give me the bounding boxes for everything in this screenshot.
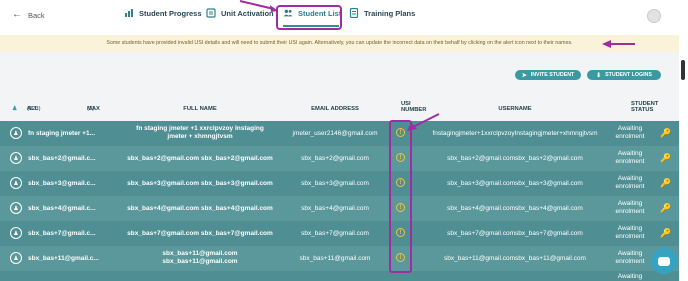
student-logins-button[interactable]: ⬇ STUDENT LOGINS [587, 70, 661, 80]
header-usi[interactable]: USI NUMBER [386, 101, 426, 113]
user-icon: ♟ [10, 152, 22, 164]
status-cell: Awaiting enrolment [615, 175, 645, 190]
tab-training-plans[interactable]: Training Plans [349, 8, 415, 18]
key-icon[interactable]: 🔑 [660, 153, 671, 164]
user-icon: ♟ [10, 127, 22, 139]
alert-text: Some students have provided invalid USI … [106, 40, 573, 46]
users-icon: ♟ [12, 106, 18, 112]
email-cell: jmeter_user2146@gmail.com [292, 130, 378, 137]
status-cell: Awaiting enrolment [615, 225, 645, 240]
email-cell: sbx_bas+4@gmail.com [301, 205, 369, 212]
back-button[interactable]: ← Back [12, 10, 45, 20]
username-cell: sbx_bas+7@gmail.comsbx_bas+7@gmail.com [447, 230, 583, 237]
username-cell: sbx_bas+11@gmail.comsbx_bas+11@gmail.com [444, 255, 586, 262]
header-full-name[interactable]: FULL NAME [160, 106, 240, 112]
user-icon: ♟ [10, 227, 22, 239]
key-icon[interactable]: 🔑 [660, 128, 671, 139]
key-icon[interactable]: 🔑 [660, 178, 671, 189]
header-username[interactable]: USERNAME [475, 106, 555, 112]
email-cell: sbx_bas+2@gmail.com [301, 155, 369, 162]
chart-icon [125, 9, 133, 17]
full-name-cell: sbx_bas+2@gmail.com sbx_bas+2@gmail.com [127, 155, 273, 162]
chat-bubble-icon [658, 256, 670, 266]
username-cell: fnstagingjmeter+1xxrclpvzoyInstagingjmet… [432, 130, 598, 137]
student-name[interactable]: sbx_bas+2@gmail.c... [28, 155, 96, 163]
table-row[interactable]: Awaiting [0, 271, 679, 281]
username-cell: sbx_bas+4@gmail.comsbx_bas+4@gmail.com [447, 205, 583, 212]
annotation-arrow-icon [407, 113, 440, 131]
annotation-highlight-tab [276, 5, 342, 30]
full-name-cell: sbx_bas+4@gmail.com sbx_bas+4@gmail.com [127, 205, 273, 212]
email-cell: sbx_bas+7@gmail.com [301, 230, 369, 237]
key-icon[interactable]: 🔑 [660, 203, 671, 214]
student-name[interactable]: sbx_bas+11@gmail.c... [28, 255, 99, 263]
status-cell: Awaiting [617, 273, 643, 280]
email-cell: sbx_bas+11@gmail.com [299, 255, 371, 262]
student-name[interactable]: fn staging jmeter +1... [28, 130, 95, 138]
usi-alert-banner: Some students have provided invalid USI … [0, 35, 679, 52]
key-icon[interactable]: 🔑 [660, 228, 671, 239]
table-row[interactable]: ♟ sbx_bas+11@gmail.c... sbx_bas+11@gmail… [0, 246, 679, 271]
status-cell: Awaiting enrolment [615, 250, 645, 265]
tab-student-progress[interactable]: Student Progress [124, 8, 202, 18]
arrow-left-icon: ← [12, 9, 22, 20]
clipboard-icon [206, 8, 216, 18]
table-row[interactable]: ♟ sbx_bas+7@gmail.c... sbx_bas+7@gmail.c… [0, 221, 679, 246]
student-name[interactable]: sbx_bas+4@gmail.c... [28, 205, 96, 213]
document-icon [349, 8, 359, 18]
header-status[interactable]: STUDENT STATUS [606, 101, 658, 113]
invite-student-button[interactable]: ➤ INVITE STUDENT [515, 70, 581, 80]
send-icon: ➤ [521, 72, 527, 79]
table-header: ♟ ALL (123) MAX (3) FULL NAME EMAIL ADDR… [12, 101, 659, 113]
username-cell: sbx_bas+3@gmail.comsbx_bas+3@gmail.com [447, 180, 583, 187]
user-avatar[interactable] [647, 9, 661, 23]
download-icon: ⬇ [596, 72, 602, 79]
table-row[interactable]: ♟ sbx_bas+4@gmail.c... sbx_bas+4@gmail.c… [0, 196, 679, 221]
full-name-cell: sbx_bas+3@gmail.com sbx_bas+3@gmail.com [127, 180, 273, 187]
table-row[interactable]: ♟ fn staging jmeter +1... fn staging jme… [0, 121, 679, 146]
student-name[interactable]: sbx_bas+3@gmail.c... [28, 180, 96, 188]
student-logins-label: STUDENT LOGINS [605, 72, 652, 78]
vertical-scrollbar[interactable] [679, 52, 688, 281]
status-cell: Awaiting enrolment [615, 200, 645, 215]
table-row[interactable]: ♟ sbx_bas+3@gmail.c... sbx_bas+3@gmail.c… [0, 171, 679, 196]
tab-label: Student Progress [139, 8, 202, 18]
table-row[interactable]: ♟ sbx_bas+2@gmail.c... sbx_bas+2@gmail.c… [0, 146, 679, 171]
full-name-cell: sbx_bas+7@gmail.com sbx_bas+7@gmail.com [127, 230, 273, 237]
username-cell: sbx_bas+2@gmail.comsbx_bas+2@gmail.com [447, 155, 583, 162]
full-name-cell: fn staging jmeter +1 xxrclpvzoy Instagin… [136, 125, 264, 140]
user-icon: ♟ [10, 177, 22, 189]
top-navigation: ← Back Student Progress Unit Activation … [0, 0, 688, 35]
annotation-arrow-icon [602, 40, 635, 48]
header-email[interactable]: EMAIL ADDRESS [295, 106, 375, 112]
annotation-highlight-usi [389, 120, 412, 273]
scrollbar-thumb[interactable] [681, 60, 685, 80]
email-cell: sbx_bas+3@gmail.com [301, 180, 369, 187]
back-label: Back [28, 10, 45, 20]
user-icon: ♟ [10, 252, 22, 264]
invite-student-label: INVITE STUDENT [530, 72, 575, 78]
status-cell: Awaiting enrolment [615, 125, 645, 140]
annotation-arrow-icon [239, 0, 278, 12]
tab-label: Training Plans [364, 8, 416, 18]
chat-button[interactable] [651, 248, 677, 274]
student-name[interactable]: sbx_bas+7@gmail.c... [28, 230, 96, 238]
status-cell: Awaiting enrolment [615, 150, 645, 165]
full-name-cell: sbx_bas+11@gmail.com sbx_bas+11@gmail.com [162, 250, 238, 265]
user-icon: ♟ [10, 202, 22, 214]
